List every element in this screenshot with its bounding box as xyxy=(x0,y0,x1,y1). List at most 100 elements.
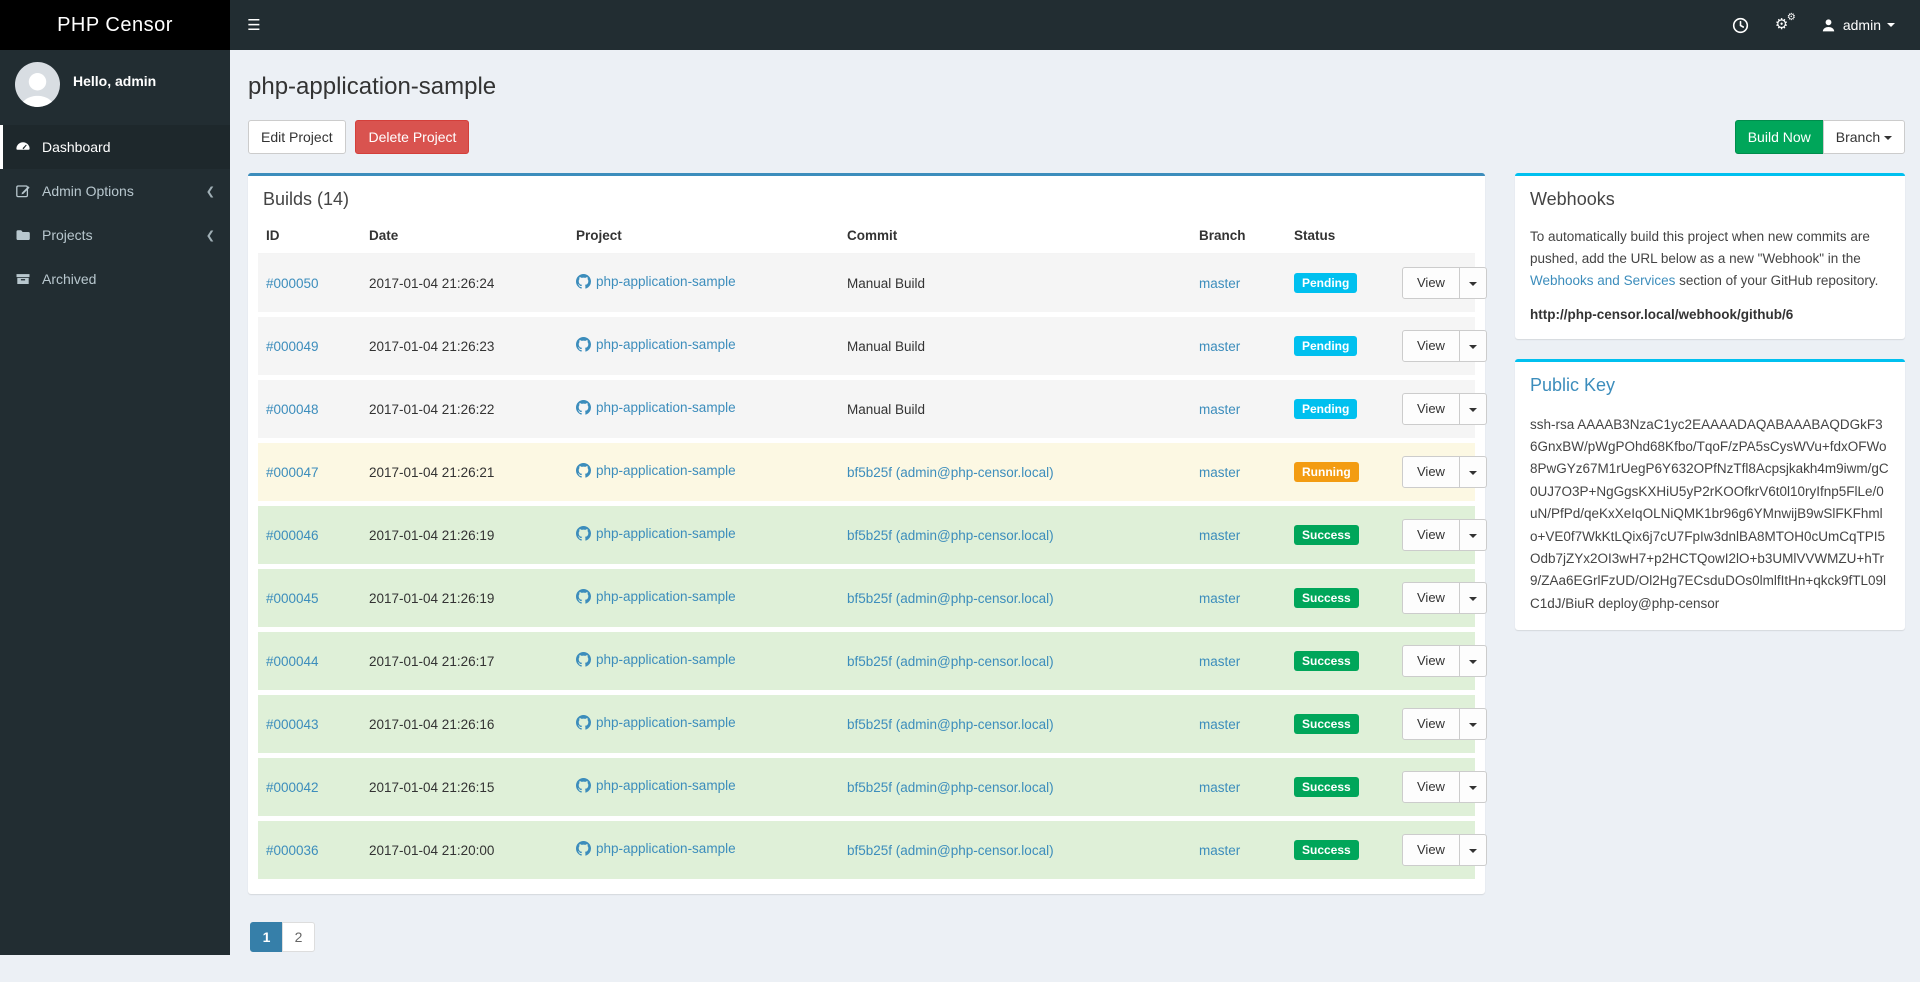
view-button[interactable]: View xyxy=(1402,834,1460,866)
view-dropdown-toggle[interactable] xyxy=(1459,519,1487,551)
build-id-link[interactable]: #000046 xyxy=(266,528,319,543)
build-id-link[interactable]: #000045 xyxy=(266,591,319,606)
project-link[interactable]: php-application-sample xyxy=(596,715,736,730)
table-row: #000036 2017-01-04 21:20:00 php-applicat… xyxy=(258,819,1475,882)
project-link[interactable]: php-application-sample xyxy=(596,589,736,604)
build-id-link[interactable]: #000050 xyxy=(266,276,319,291)
column-header-branch: Branch xyxy=(1191,216,1286,254)
project-link[interactable]: php-application-sample xyxy=(596,463,736,478)
sidebar-item-dashboard[interactable]: Dashboard xyxy=(0,125,230,169)
view-dropdown-toggle[interactable] xyxy=(1459,330,1487,362)
view-dropdown-toggle[interactable] xyxy=(1459,393,1487,425)
branch-link[interactable]: master xyxy=(1199,402,1240,417)
build-id-link[interactable]: #000036 xyxy=(266,843,319,858)
delete-project-button[interactable]: Delete Project xyxy=(355,120,469,154)
branch-link[interactable]: master xyxy=(1199,654,1240,669)
project-link[interactable]: php-application-sample xyxy=(596,778,736,793)
user-icon xyxy=(1821,18,1836,33)
edit-project-button[interactable]: Edit Project xyxy=(248,120,346,154)
branch-link[interactable]: master xyxy=(1199,780,1240,795)
app-logo[interactable]: PHP Censor xyxy=(0,0,230,50)
build-now-button[interactable]: Build Now xyxy=(1735,120,1824,154)
branch-link[interactable]: master xyxy=(1199,591,1240,606)
status-badge: Running xyxy=(1294,462,1359,482)
view-dropdown-toggle[interactable] xyxy=(1459,834,1487,866)
branch-link[interactable]: master xyxy=(1199,528,1240,543)
sidebar-item-projects[interactable]: Projects ❮ xyxy=(0,213,230,257)
commit-link[interactable]: bf5b25f (admin@php-censor.local) xyxy=(847,591,1054,606)
view-button[interactable]: View xyxy=(1402,393,1460,425)
view-dropdown-toggle[interactable] xyxy=(1459,645,1487,677)
branch-dropdown-button[interactable]: Branch xyxy=(1823,120,1905,154)
build-id-link[interactable]: #000044 xyxy=(266,654,319,669)
sidebar-item-archived[interactable]: Archived xyxy=(0,257,230,301)
branch-link[interactable]: master xyxy=(1199,339,1240,354)
commit-link[interactable]: bf5b25f (admin@php-censor.local) xyxy=(847,528,1054,543)
view-dropdown-toggle[interactable] xyxy=(1459,267,1487,299)
view-dropdown-toggle[interactable] xyxy=(1459,582,1487,614)
build-id-link[interactable]: #000049 xyxy=(266,339,319,354)
view-button[interactable]: View xyxy=(1402,519,1460,551)
view-dropdown-toggle[interactable] xyxy=(1459,456,1487,488)
build-id-link[interactable]: #000043 xyxy=(266,717,319,732)
project-link[interactable]: php-application-sample xyxy=(596,526,736,541)
sidebar-item-label: Projects xyxy=(42,227,93,243)
user-menu[interactable]: admin xyxy=(1808,0,1908,50)
status-badge: Success xyxy=(1294,651,1359,671)
build-id-link[interactable]: #000048 xyxy=(266,402,319,417)
pagination-page-1[interactable]: 1 xyxy=(250,922,283,952)
folder-icon xyxy=(15,227,42,243)
builds-table-header-row: ID Date Project Commit Branch Status xyxy=(258,216,1475,254)
sidebar-toggle-button[interactable]: ☰ xyxy=(230,0,278,50)
column-header-project: Project xyxy=(568,216,839,254)
settings-button[interactable]: ⚙⚙ xyxy=(1762,0,1808,50)
sidebar-greeting: Hello, admin xyxy=(73,73,156,89)
view-dropdown-toggle[interactable] xyxy=(1459,708,1487,740)
build-date: 2017-01-04 21:26:16 xyxy=(369,717,494,732)
commit-link[interactable]: bf5b25f (admin@php-censor.local) xyxy=(847,465,1054,480)
branch-link[interactable]: master xyxy=(1199,465,1240,480)
build-date: 2017-01-04 21:20:00 xyxy=(369,843,494,858)
webhooks-panel: Webhooks To automatically build this pro… xyxy=(1515,173,1905,339)
caret-down-icon xyxy=(1469,345,1477,349)
table-row: #000046 2017-01-04 21:26:19 php-applicat… xyxy=(258,504,1475,567)
branch-link[interactable]: master xyxy=(1199,717,1240,732)
user-panel: Hello, admin xyxy=(0,50,230,121)
commit-link[interactable]: bf5b25f (admin@php-censor.local) xyxy=(847,843,1054,858)
commit-link[interactable]: bf5b25f (admin@php-censor.local) xyxy=(847,717,1054,732)
view-button[interactable]: View xyxy=(1402,708,1460,740)
view-button[interactable]: View xyxy=(1402,582,1460,614)
build-history-button[interactable] xyxy=(1719,0,1762,50)
view-button[interactable]: View xyxy=(1402,456,1460,488)
project-link[interactable]: php-application-sample xyxy=(596,337,736,352)
commit-text: Manual Build xyxy=(847,402,925,417)
project-link[interactable]: php-application-sample xyxy=(596,274,736,289)
branch-link[interactable]: master xyxy=(1199,276,1240,291)
hamburger-icon: ☰ xyxy=(247,16,260,34)
commit-link[interactable]: bf5b25f (admin@php-censor.local) xyxy=(847,780,1054,795)
view-button[interactable]: View xyxy=(1402,330,1460,362)
cogs-icon: ⚙⚙ xyxy=(1775,16,1795,34)
project-link[interactable]: php-application-sample xyxy=(596,652,736,667)
view-button[interactable]: View xyxy=(1402,771,1460,803)
table-row: #000050 2017-01-04 21:26:24 php-applicat… xyxy=(258,254,1475,315)
build-id-link[interactable]: #000042 xyxy=(266,780,319,795)
build-date: 2017-01-04 21:26:24 xyxy=(369,276,494,291)
project-link[interactable]: php-application-sample xyxy=(596,841,736,856)
branch-link[interactable]: master xyxy=(1199,843,1240,858)
commit-link[interactable]: bf5b25f (admin@php-censor.local) xyxy=(847,654,1054,669)
view-button[interactable]: View xyxy=(1402,267,1460,299)
sidebar-item-admin-options[interactable]: Admin Options ❮ xyxy=(0,169,230,213)
project-link[interactable]: php-application-sample xyxy=(596,400,736,415)
archive-icon xyxy=(15,271,42,287)
column-header-actions xyxy=(1394,216,1475,254)
view-button[interactable]: View xyxy=(1402,645,1460,677)
caret-down-icon xyxy=(1469,849,1477,853)
pagination-page-2[interactable]: 2 xyxy=(282,922,315,952)
webhooks-services-link[interactable]: Webhooks and Services xyxy=(1530,273,1675,288)
public-key-panel: Public Key ssh-rsa AAAAB3NzaC1yc2EAAAADA… xyxy=(1515,359,1905,631)
column-header-status: Status xyxy=(1286,216,1394,254)
build-id-link[interactable]: #000047 xyxy=(266,465,319,480)
view-dropdown-toggle[interactable] xyxy=(1459,771,1487,803)
sidebar-item-label: Admin Options xyxy=(42,183,134,199)
